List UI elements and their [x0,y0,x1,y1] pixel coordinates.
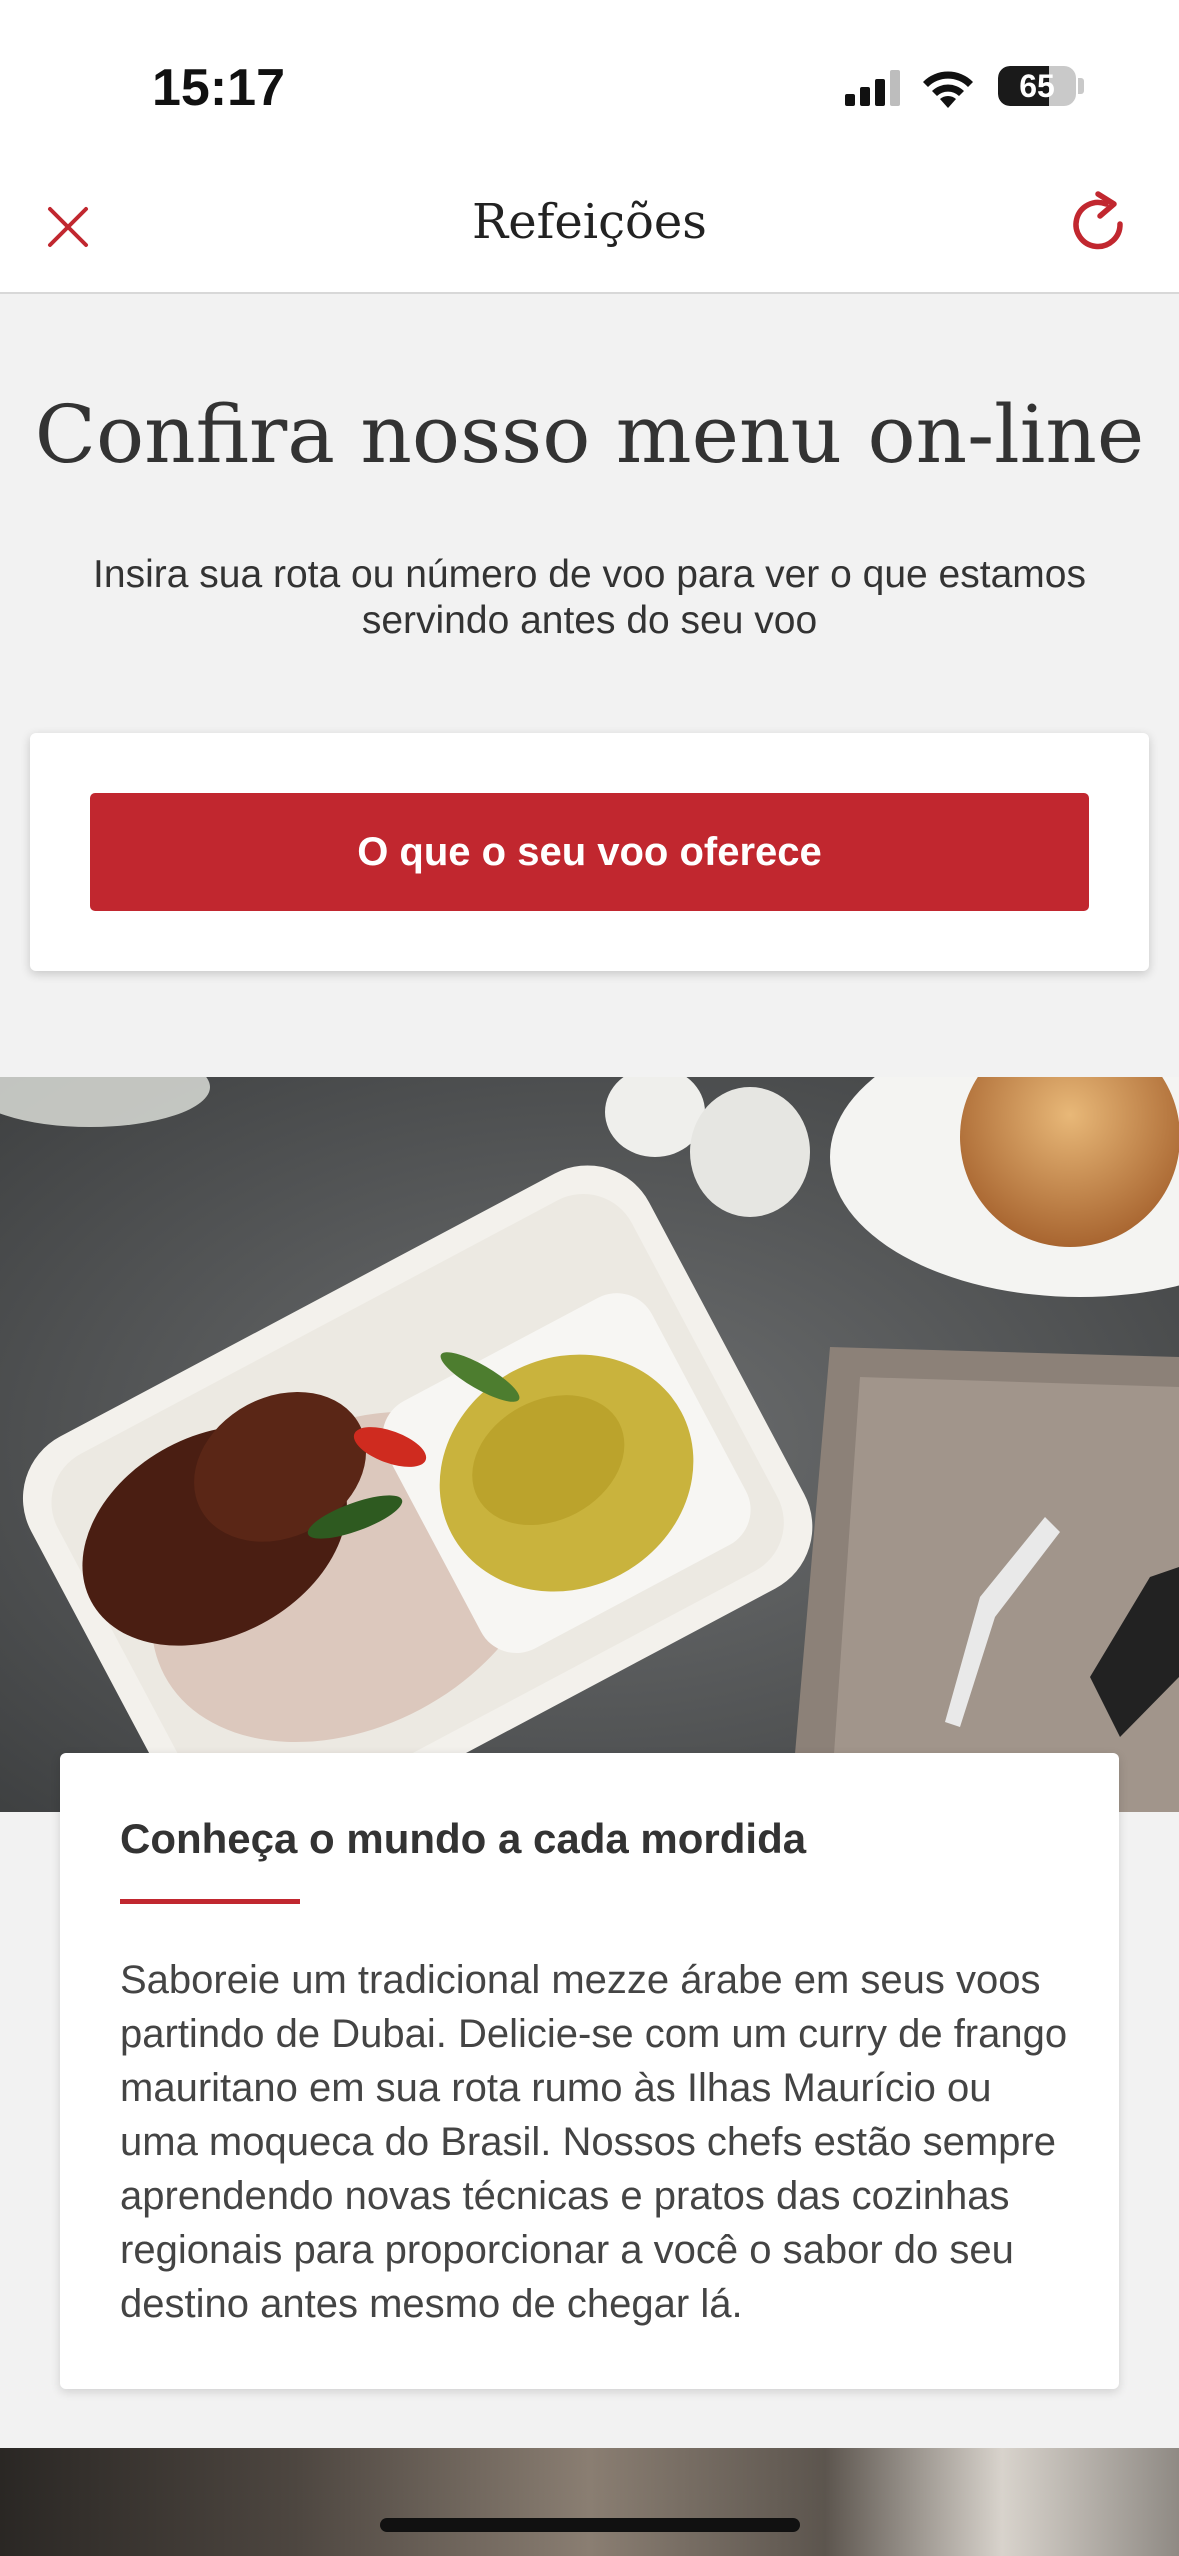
cellular-signal-icon [845,70,900,106]
battery-tip [1078,78,1084,94]
home-indicator[interactable] [380,2518,800,2532]
menu-heading: Confira nosso menu on-line [34,388,1145,481]
wifi-icon [923,71,973,108]
feature-card: Conheça o mundo a cada mordida Saboreie … [60,1753,1119,2389]
title-underline [120,1899,300,1904]
status-time: 15:17 [152,59,285,117]
feature-title: Conheça o mundo a cada mordida [120,1815,807,1862]
battery-level: 65 [1019,67,1055,104]
page-title: Refeições [472,194,707,250]
battery-icon: 65 [998,66,1076,106]
refresh-icon[interactable] [1064,190,1136,262]
cabin-image [0,2448,1179,2556]
meal-image [0,1077,1179,1812]
menu-description: Insira sua rota ou número de voo para ve… [93,553,1086,642]
feature-description: Saboreie um tradicional mezze árabe em s… [120,1958,1068,2326]
flight-menu-card: O que o seu voo oferece [30,733,1149,971]
status-bar: 15:17 65 [0,0,1179,170]
app-header: Refeições [0,170,1179,294]
flight-offer-button[interactable]: O que o seu voo oferece [90,793,1089,911]
